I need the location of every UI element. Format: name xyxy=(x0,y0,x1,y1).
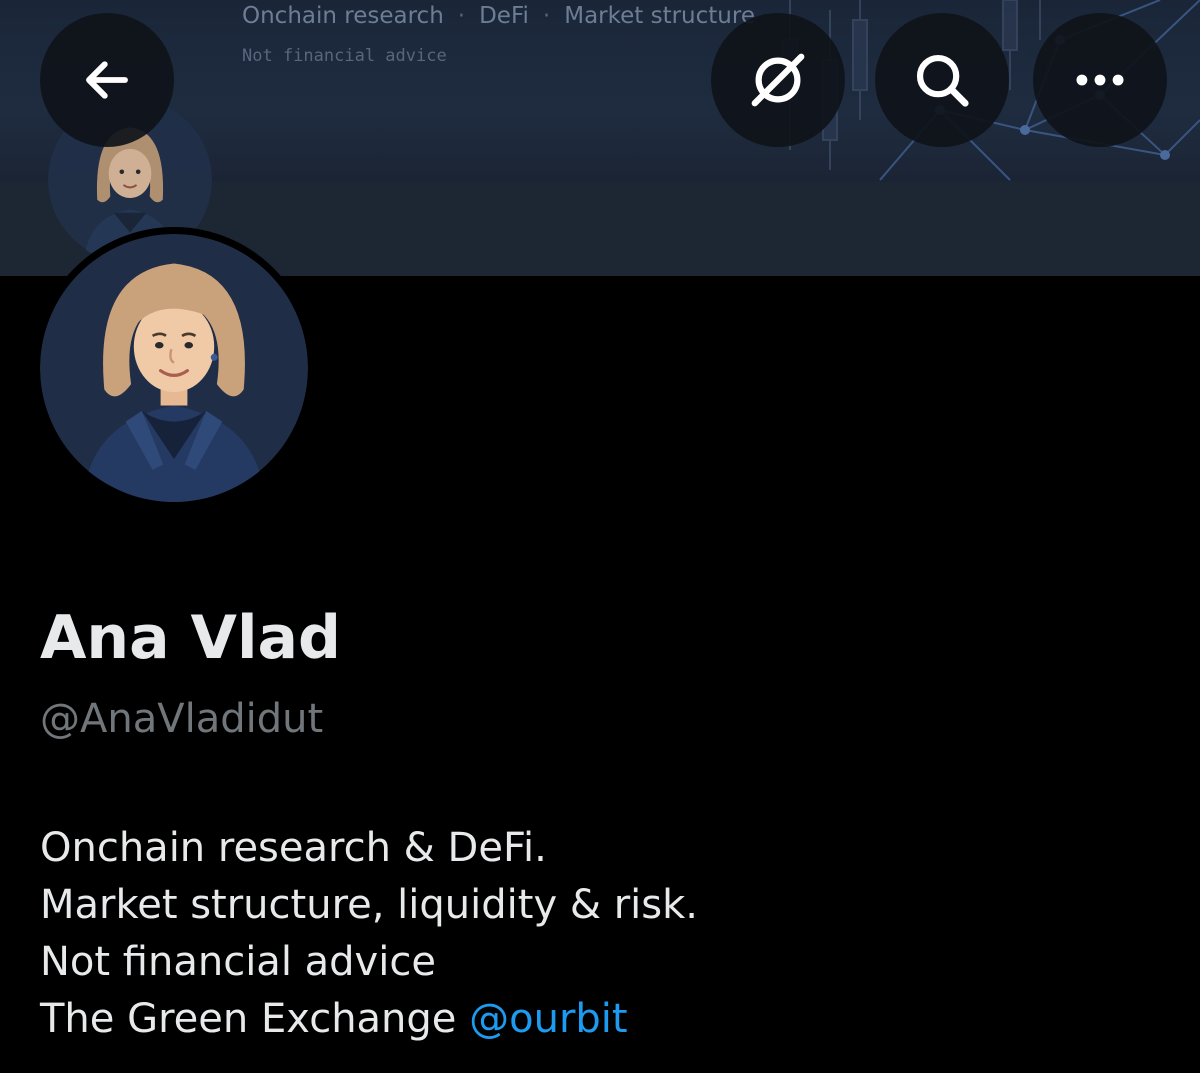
display-name: Ana Vlad xyxy=(40,603,341,673)
user-handle: @AnaVladidut xyxy=(40,696,324,742)
bio-line: Market structure, liquidity & risk. xyxy=(40,882,699,928)
bio-text: The Green Exchange xyxy=(40,996,470,1042)
profile-bio: Onchain research & DeFi. Market structur… xyxy=(40,820,698,1048)
grok-icon xyxy=(751,53,805,107)
bio-line: Not financial advice xyxy=(40,939,436,985)
bio-line: Onchain research & DeFi. xyxy=(40,825,547,871)
tag-separator: · xyxy=(457,3,466,29)
arrow-left-icon xyxy=(86,61,128,99)
avatar-image xyxy=(40,234,308,502)
back-button[interactable] xyxy=(40,13,174,147)
banner-note: Not financial advice xyxy=(242,46,447,66)
mention-link[interactable]: @ourbit xyxy=(469,996,627,1042)
banner-tag: Onchain research xyxy=(242,3,444,29)
banner-tag: Market structure xyxy=(564,3,755,29)
more-horizontal-icon xyxy=(1076,74,1124,86)
avatar-illustration xyxy=(40,234,308,502)
search-icon xyxy=(916,54,969,107)
banner-tag: DeFi xyxy=(479,3,529,29)
grok-button[interactable] xyxy=(711,13,845,147)
tag-separator: · xyxy=(542,3,551,29)
bio-line: The Green Exchange @ourbit xyxy=(40,991,698,1048)
search-button[interactable] xyxy=(875,13,1009,147)
banner-tagline: Onchain research · DeFi · Market structure xyxy=(242,3,755,29)
more-button[interactable] xyxy=(1033,13,1167,147)
profile-avatar[interactable] xyxy=(33,227,315,509)
